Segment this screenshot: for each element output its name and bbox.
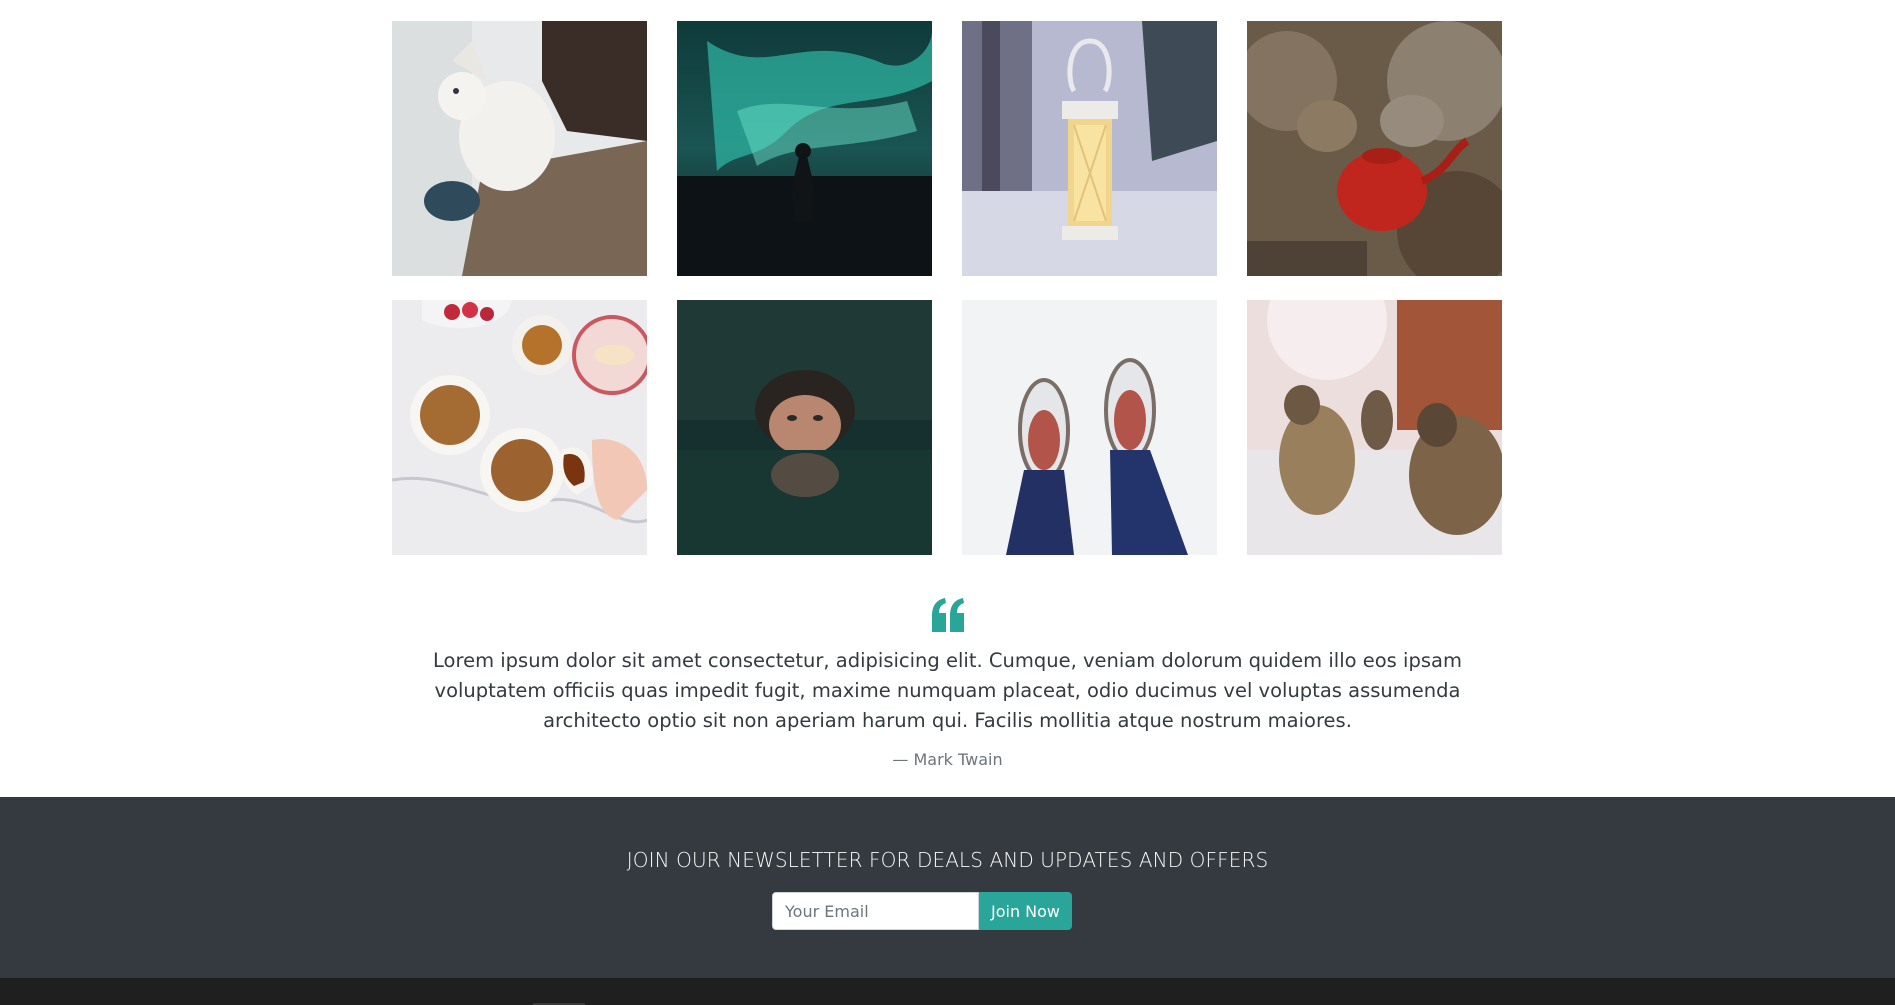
breakfast-bowls-photo[interactable]	[392, 300, 647, 555]
join-now-button[interactable]: Join Now	[979, 892, 1072, 930]
testimonial-quote: Lorem ipsum dolor sit amet consectetur, …	[392, 598, 1503, 769]
email-input[interactable]	[772, 892, 979, 930]
footer	[0, 978, 1895, 1005]
newsletter-section: JOIN OUR NEWSLETTER FOR DEALS AND UPDATE…	[0, 797, 1895, 978]
quote-text: Lorem ipsum dolor sit amet consectetur, …	[433, 649, 1462, 732]
woman-in-water-photo[interactable]	[677, 300, 932, 555]
snow-lantern-photo[interactable]	[962, 21, 1217, 276]
newsletter-title: JOIN OUR NEWSLETTER FOR DEALS AND UPDATE…	[626, 848, 1269, 872]
quote-left-icon	[931, 598, 964, 632]
sled-dogs-photo[interactable]	[1247, 300, 1502, 555]
photo-gallery	[392, 21, 1503, 555]
quote-author: — Mark Twain	[892, 750, 1003, 769]
newsletter-form: Join Now	[772, 892, 1072, 930]
husky-puppy-photo[interactable]	[392, 21, 647, 276]
campfire-kettles-photo[interactable]	[1247, 21, 1502, 276]
snowshoes-photo[interactable]	[962, 300, 1217, 555]
northern-lights-photo[interactable]	[677, 21, 932, 276]
